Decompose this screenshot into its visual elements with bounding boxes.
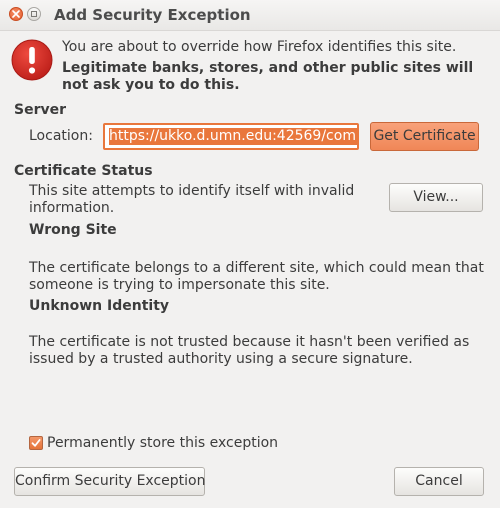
location-value: https://ukko.d.umn.edu:42569/comm	[109, 128, 357, 145]
unknown-identity-description: The certificate is not trusted because i…	[29, 334, 470, 367]
permanent-store-label[interactable]: Permanently store this exception	[47, 435, 278, 451]
warning-message: You are about to override how Firefox id…	[62, 39, 457, 55]
wrong-site-description: The certificate belongs to a different s…	[29, 260, 484, 293]
location-label: Location:	[29, 128, 93, 144]
get-certificate-button[interactable]: Get Certificate	[370, 122, 479, 151]
confirm-security-exception-button[interactable]: Confirm Security Exception	[14, 467, 205, 496]
wrong-site-heading: Wrong Site	[29, 222, 117, 238]
permanent-store-checkbox[interactable]	[29, 436, 43, 450]
server-heading: Server	[14, 102, 67, 118]
location-input[interactable]: https://ukko.d.umn.edu:42569/comm	[103, 123, 359, 150]
warning-emphasis: Legitimate banks, stores, and other publ…	[62, 60, 474, 93]
certificate-status-heading: Certificate Status	[14, 163, 153, 179]
minimize-window-icon[interactable]	[27, 7, 41, 21]
unknown-identity-heading: Unknown Identity	[29, 298, 170, 314]
error-exclamation-icon	[11, 39, 53, 81]
title-bar: Add Security Exception	[0, 0, 500, 31]
close-window-icon[interactable]	[9, 7, 23, 21]
cancel-button[interactable]: Cancel	[394, 467, 484, 496]
window-title: Add Security Exception	[54, 6, 251, 24]
certificate-status-summary: This site attempts to identify itself wi…	[29, 183, 355, 216]
view-certificate-button[interactable]: View...	[389, 183, 483, 212]
